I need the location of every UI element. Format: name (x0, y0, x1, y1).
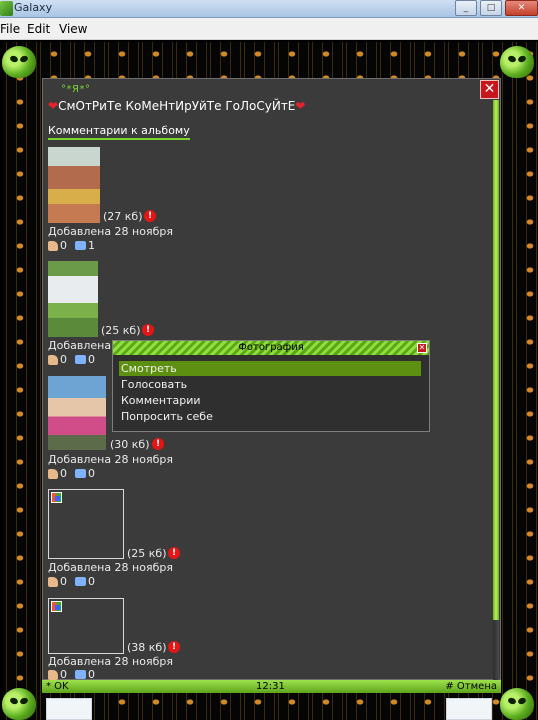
menu-view[interactable]: View (59, 22, 87, 36)
menu-item-comments[interactable]: Комментарии (119, 393, 421, 408)
comment-icon[interactable] (75, 355, 86, 364)
broken-image-icon (51, 492, 62, 503)
maximize-button[interactable]: □ (480, 0, 502, 16)
broken-image-icon (51, 601, 62, 612)
photo-stats: 0 0 (48, 467, 95, 480)
ok-softkey[interactable]: * OK (46, 680, 69, 693)
photo-thumbnail[interactable] (48, 147, 100, 223)
comment-count: 0 (88, 353, 95, 366)
window-titlebar: Galaxy _ □ ✕ (0, 0, 538, 18)
photo-thumbnail-empty[interactable] (48, 489, 124, 559)
menu-edit[interactable]: Edit (27, 22, 50, 36)
comment-count: 0 (88, 467, 95, 480)
menu-bar: File Edit View (0, 18, 538, 40)
like-icon[interactable] (48, 669, 58, 680)
minimize-button[interactable]: _ (455, 0, 477, 16)
window-close-button[interactable]: ✕ (505, 0, 538, 16)
alert-icon[interactable]: ! (144, 210, 156, 222)
clock: 12:31 (256, 681, 285, 692)
like-icon[interactable] (48, 576, 58, 587)
photo-size: (38 кб) (127, 641, 167, 654)
comment-icon[interactable] (75, 241, 86, 250)
cancel-softkey[interactable]: # Отмена (445, 680, 497, 693)
popup-close-icon[interactable]: ✕ (417, 343, 427, 353)
photo-stats: 0 0 (48, 353, 95, 366)
photo-context-menu: Фотография ✕ Смотреть Голосовать Коммент… (112, 340, 430, 432)
softkey-right-area[interactable] (446, 698, 492, 720)
comment-count: 1 (88, 239, 95, 252)
photo-size: (25 кб) (127, 547, 167, 560)
profile-username[interactable]: °*Я*° (61, 84, 90, 95)
photo-size: (27 кб) (103, 210, 143, 223)
photo-thumbnail[interactable] (48, 376, 106, 450)
like-icon[interactable] (48, 354, 58, 365)
like-count: 0 (60, 575, 67, 588)
photo-added-date: Добавлена 28 ноября (48, 561, 173, 574)
photo-added-date: Добавлена 28 ноября (48, 225, 173, 238)
comment-icon[interactable] (75, 670, 86, 679)
window-title: Galaxy (14, 1, 53, 14)
close-icon[interactable]: ✕ (480, 80, 499, 99)
photo-added-date: Добавлена 28 ноября (48, 453, 173, 466)
like-count: 0 (60, 239, 67, 252)
alien-icon (500, 688, 534, 720)
alien-icon (2, 46, 36, 78)
menu-item-vote[interactable]: Голосовать (119, 377, 421, 392)
softkey-left-area[interactable] (46, 698, 92, 720)
like-icon[interactable] (48, 468, 58, 479)
like-count: 0 (60, 467, 67, 480)
photo-thumbnail[interactable] (48, 261, 98, 337)
photo-size: (25 кб) (101, 324, 141, 337)
heart-icon: ❤ (48, 99, 59, 113)
softkey-bar: * OK 12:31 # Отмена (42, 680, 501, 693)
photo-added-date: Добавлена (48, 339, 112, 352)
photo-size: (30 кб) (110, 438, 150, 451)
menu-item-view[interactable]: Смотреть (119, 361, 421, 376)
comment-count: 0 (88, 575, 95, 588)
alert-icon[interactable]: ! (168, 641, 180, 653)
heart-icon: ❤ (295, 99, 306, 113)
photo-stats: 0 0 (48, 575, 95, 588)
comment-icon[interactable] (75, 469, 86, 478)
menu-item-request[interactable]: Попросить себе (119, 409, 421, 424)
popup-title: Фотография (113, 341, 429, 355)
alert-icon[interactable]: ! (152, 438, 164, 450)
profile-status: ❤СмОтРиТе КоМеНтИрУйТе ГоЛоСуЙтЕ❤ (48, 99, 305, 113)
alert-icon[interactable]: ! (142, 324, 154, 336)
photo-added-date: Добавлена 28 ноября (48, 655, 173, 668)
alien-icon (2, 688, 36, 720)
like-icon[interactable] (48, 240, 58, 251)
comment-icon[interactable] (75, 577, 86, 586)
status-text: СмОтРиТе КоМеНтИрУйТе ГоЛоСуЙтЕ (58, 99, 296, 113)
photo-thumbnail-empty[interactable] (48, 598, 124, 654)
photo-stats: 0 1 (48, 239, 95, 252)
alien-icon (500, 46, 534, 78)
menu-file[interactable]: File (0, 22, 20, 36)
like-count: 0 (60, 353, 67, 366)
app-icon (0, 1, 13, 16)
album-comments-link[interactable]: Комментарии к альбому (48, 124, 190, 140)
scrollbar-thumb[interactable] (493, 100, 499, 620)
alert-icon[interactable]: ! (168, 547, 180, 559)
